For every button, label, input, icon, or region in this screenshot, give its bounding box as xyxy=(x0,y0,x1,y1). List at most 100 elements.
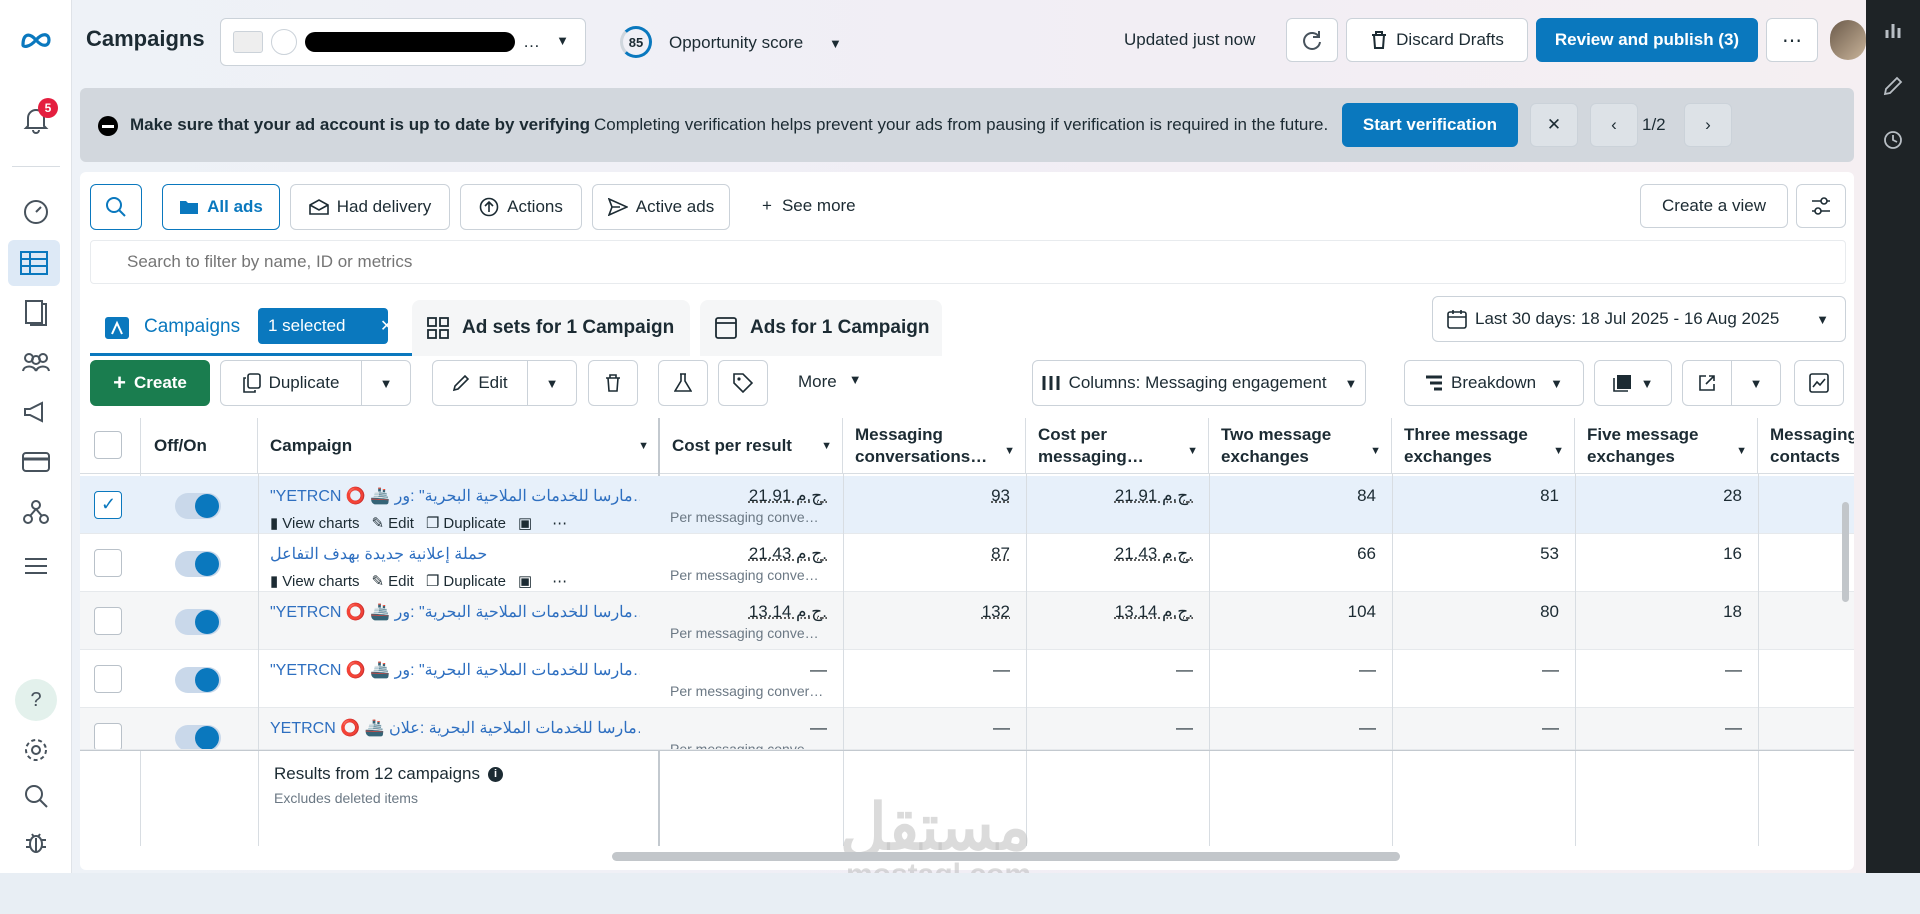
horizontal-scrollbar[interactable] xyxy=(612,852,1400,861)
vertical-scrollbar[interactable] xyxy=(1842,502,1849,602)
columns-selector[interactable]: Columns: Messaging engagement ▼ xyxy=(1032,360,1366,406)
table-row[interactable]: YETRCN ⭕ 🚢 مارسا للخدمات الملاحية البحري… xyxy=(80,708,1854,750)
row-checkbox[interactable] xyxy=(94,607,122,635)
chevron-down-icon[interactable]: ▼ xyxy=(829,36,842,51)
settings-gear-icon[interactable] xyxy=(0,728,72,772)
more-dots-icon[interactable]: ⋯ xyxy=(552,514,567,532)
campaign-toggle[interactable] xyxy=(175,493,221,519)
history-clock-icon[interactable] xyxy=(1866,120,1920,160)
table-row[interactable]: "YETRCN ⭕ 🚢 مارسا للخدمات الملاحية البحر… xyxy=(80,650,1854,708)
clear-selection-icon[interactable]: ✕ xyxy=(380,316,393,336)
ads-manager-table-icon[interactable] xyxy=(8,240,60,286)
header-off-on[interactable]: Off/On xyxy=(142,418,258,474)
view-charts-action[interactable]: ▮ View charts xyxy=(270,572,360,591)
tab-campaigns[interactable]: Campaigns 1 selected ✕ xyxy=(90,298,412,356)
export-dropdown[interactable]: ▼ xyxy=(1731,360,1781,406)
preview-icon[interactable]: ▣ xyxy=(518,514,532,532)
more-options-button[interactable]: ⋯ xyxy=(1766,18,1818,62)
edit-button[interactable]: Edit xyxy=(432,360,528,406)
meta-logo-icon[interactable] xyxy=(0,18,72,62)
opportunity-score-label[interactable]: Opportunity score xyxy=(669,33,803,53)
table-row[interactable]: حملة إعلانية جديدة بهدف التفاعل ▮ View cha… xyxy=(80,534,1854,592)
view-settings-button[interactable] xyxy=(1796,184,1846,228)
pencil-icon[interactable] xyxy=(1866,66,1920,106)
campaign-name-link[interactable]: "YETRCN ⭕ 🚢 مارسا للخدمات الملاحية البحر… xyxy=(270,486,640,506)
edit-dropdown[interactable]: ▼ xyxy=(527,360,577,406)
bar-chart-icon[interactable] xyxy=(1866,10,1920,50)
actions-filter[interactable]: Actions xyxy=(460,184,582,230)
next-banner-button[interactable]: › xyxy=(1684,103,1732,147)
row-checkbox[interactable] xyxy=(94,723,122,749)
view-charts-action[interactable]: ▮ View charts xyxy=(270,514,360,533)
account-selector[interactable]: … ▼ xyxy=(220,18,586,66)
start-verification-button[interactable]: Start verification xyxy=(1342,103,1518,147)
table-row[interactable]: "YETRCN ⭕ 🚢 مارسا للخدمات الملاحية البحر… xyxy=(80,592,1854,650)
audiences-icon[interactable] xyxy=(0,340,72,384)
delete-button[interactable] xyxy=(588,360,638,406)
tab-adsets[interactable]: Ad sets for 1 Campaign xyxy=(412,300,690,356)
see-more-filter[interactable]: + See more xyxy=(762,196,856,216)
active-ads-filter[interactable]: Active ads xyxy=(592,184,730,230)
header-two-message[interactable]: Two message exchanges ▼ xyxy=(1209,418,1392,474)
export-button[interactable] xyxy=(1682,360,1732,406)
header-three-message[interactable]: Three message exchanges ▼ xyxy=(1392,418,1575,474)
reports-button[interactable]: ▼ xyxy=(1594,360,1672,406)
notifications-bell-icon[interactable]: 5 xyxy=(0,98,72,142)
hamburger-menu-icon[interactable] xyxy=(0,544,72,588)
duplicate-action[interactable]: ❐ Duplicate xyxy=(426,572,506,591)
header-messaging-conversations[interactable]: Messaging conversations… ▼ xyxy=(843,418,1026,474)
prev-banner-button[interactable]: ‹ xyxy=(1590,103,1638,147)
info-icon[interactable]: i xyxy=(487,766,503,782)
preview-icon[interactable]: ▣ xyxy=(518,572,532,590)
opportunity-score-gauge[interactable]: 85 xyxy=(620,26,652,58)
campaign-toggle[interactable] xyxy=(175,551,221,577)
more-dots-icon[interactable]: ⋯ xyxy=(552,572,567,590)
duplicate-dropdown[interactable]: ▼ xyxy=(361,360,411,406)
row-checkbox[interactable]: ✓ xyxy=(94,491,122,519)
review-publish-button[interactable]: Review and publish (3) xyxy=(1536,18,1758,62)
header-messaging-contacts[interactable]: Messaging contacts xyxy=(1758,418,1854,474)
tag-button[interactable] xyxy=(718,360,768,406)
campaign-toggle[interactable] xyxy=(175,725,221,749)
campaign-name-link[interactable]: "YETRCN ⭕ 🚢 مارسا للخدمات الملاحية البحر… xyxy=(270,660,640,680)
close-banner-button[interactable]: ✕ xyxy=(1530,103,1578,147)
ab-test-button[interactable] xyxy=(658,360,708,406)
search-toggle-button[interactable] xyxy=(90,184,142,230)
table-row[interactable]: ✓ "YETRCN ⭕ 🚢 مارسا للخدمات الملاحية البح… xyxy=(80,476,1854,534)
date-range-picker[interactable]: Last 30 days: 18 Jul 2025 - 16 Aug 2025 … xyxy=(1432,296,1846,342)
help-icon[interactable]: ? xyxy=(0,678,72,722)
tab-ads[interactable]: Ads for 1 Campaign xyxy=(700,300,942,356)
duplicate-button[interactable]: Duplicate xyxy=(220,360,362,406)
edit-action[interactable]: ✎ Edit xyxy=(372,572,414,591)
selected-count-chip[interactable]: 1 selected xyxy=(258,308,388,344)
discard-drafts-button[interactable]: Discard Drafts xyxy=(1346,18,1528,62)
business-network-icon[interactable] xyxy=(0,490,72,534)
header-cost-per-messaging[interactable]: Cost per messaging… ▼ xyxy=(1026,418,1209,474)
more-menu[interactable]: More ▼ xyxy=(798,372,862,392)
user-avatar[interactable] xyxy=(1830,20,1866,60)
row-checkbox[interactable] xyxy=(94,549,122,577)
campaign-toggle[interactable] xyxy=(175,609,221,635)
breakdown-selector[interactable]: Breakdown ▼ xyxy=(1404,360,1584,406)
dashboard-gauge-icon[interactable] xyxy=(0,190,72,234)
campaign-name-link[interactable]: "YETRCN ⭕ 🚢 مارسا للخدمات الملاحية البحر… xyxy=(270,602,640,622)
pages-icon[interactable] xyxy=(0,290,72,334)
refresh-button[interactable] xyxy=(1286,18,1338,62)
megaphone-icon[interactable] xyxy=(0,390,72,434)
billing-card-icon[interactable] xyxy=(0,440,72,484)
campaign-toggle[interactable] xyxy=(175,667,221,693)
create-view-button[interactable]: Create a view xyxy=(1640,184,1788,228)
edit-action[interactable]: ✎ Edit xyxy=(372,514,414,533)
bug-report-icon[interactable] xyxy=(0,820,72,864)
all-ads-filter[interactable]: All ads xyxy=(162,184,280,230)
campaign-name-link[interactable]: YETRCN ⭕ 🚢 مارسا للخدمات الملاحية البحري… xyxy=(270,718,640,738)
header-five-message[interactable]: Five message exchanges ▼ xyxy=(1575,418,1758,474)
row-checkbox[interactable] xyxy=(94,665,122,693)
search-input[interactable] xyxy=(90,240,1846,284)
header-campaign[interactable]: Campaign ▼ xyxy=(258,418,660,474)
create-button[interactable]: + Create xyxy=(90,360,210,406)
charts-button[interactable] xyxy=(1794,360,1844,406)
select-all-checkbox[interactable] xyxy=(94,431,122,459)
header-cost-per-result[interactable]: Cost per result ▼ xyxy=(660,418,843,474)
campaign-name-link[interactable]: حملة إعلانية جديدة بهدف التفاعل xyxy=(270,544,640,564)
